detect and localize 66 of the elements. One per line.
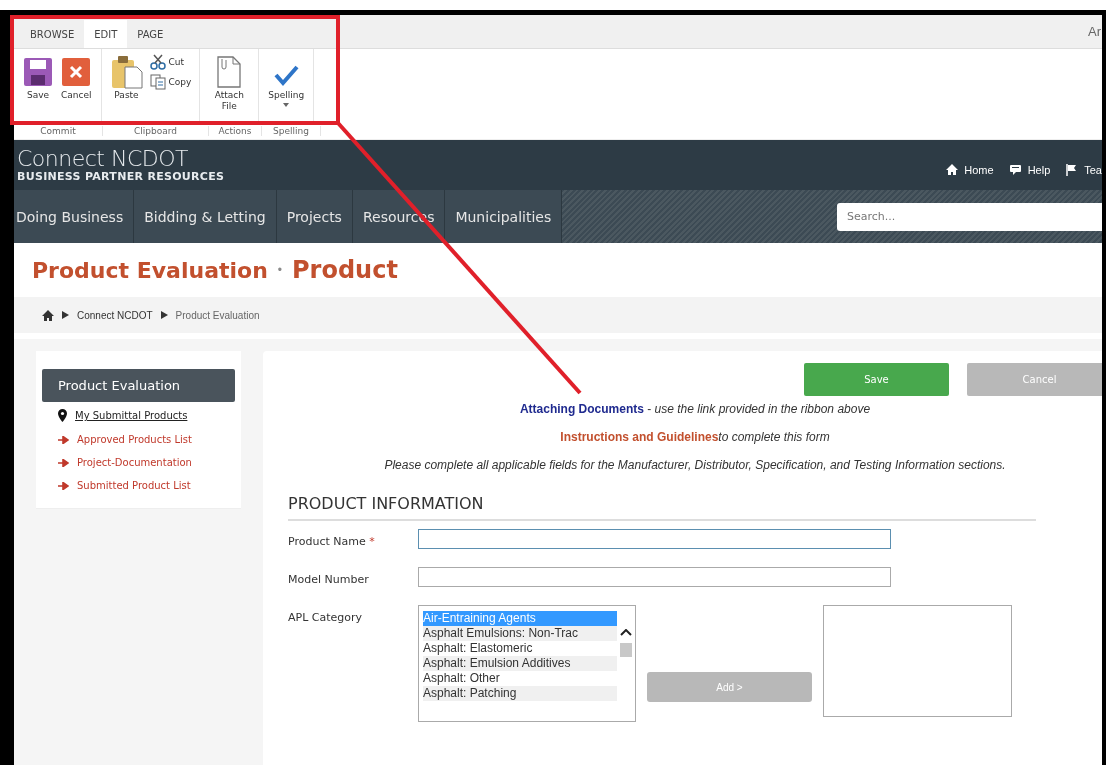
file-icon (216, 55, 243, 89)
ribbon-button[interactable]: Copy (147, 74, 194, 90)
ribbon-tab[interactable]: PAGE (127, 20, 174, 48)
sidebar-link[interactable]: Project-Documentation (77, 457, 192, 468)
list-option[interactable]: Asphalt: Elastomeric (423, 641, 617, 656)
ribbon-tab[interactable]: BROWSE (20, 20, 85, 48)
save-icon (23, 57, 53, 87)
ribbon-group-label: Clipboard (103, 125, 209, 136)
field-label: Product Name * (288, 534, 376, 548)
instruction-link[interactable]: Instructions and Guidelines (560, 430, 719, 444)
scrollbar-drawing (619, 629, 633, 657)
category-list[interactable]: Air-Entraining Agents Asphalt Emulsions: Non-Trac Asphalt: Elastomeric Asphalt: Emulsion Additives Asphalt: Other Asphalt: Patching (418, 605, 636, 722)
home-icon (42, 309, 54, 321)
clipboard-icon (110, 55, 143, 89)
ribbon-button[interactable]: Paste (107, 52, 146, 103)
close-icon (61, 57, 92, 87)
ribbon-button[interactable]: Save (20, 52, 56, 103)
flag-icon (1066, 164, 1079, 176)
text-field[interactable] (418, 529, 891, 549)
header-link[interactable]: Home (946, 164, 994, 176)
search-field[interactable]: Search... (837, 202, 1102, 231)
ribbon-button[interactable]: Cancel (58, 52, 95, 103)
selected-list[interactable] (823, 605, 1012, 717)
header-link[interactable]: Help (1009, 164, 1051, 176)
header-link[interactable]: Tea (1066, 164, 1102, 176)
nav-item[interactable]: Doing Business (14, 190, 135, 243)
ribbon-button[interactable]: Attach File (206, 52, 253, 114)
user-name[interactable]: Ar (1088, 24, 1101, 39)
list-option[interactable]: Asphalt Emulsions: Non-Trac (423, 626, 617, 641)
list-option[interactable]: Asphalt: Other (423, 671, 617, 686)
ribbon-button[interactable]: Spelling (265, 52, 308, 109)
ribbon-group-label: Commit (14, 125, 103, 136)
copy-icon (149, 74, 166, 90)
breadcrumb-link[interactable]: Product Evaluation (175, 309, 260, 321)
page-title: Product (292, 256, 398, 284)
triangle-icon (160, 311, 168, 319)
caret-icon (283, 103, 290, 107)
list-option[interactable]: Asphalt: Patching (423, 686, 617, 701)
field-label: APL Category (288, 610, 364, 624)
field-label: Model Number (288, 572, 370, 586)
instruction-text: Attaching Documents - use the link provided in the ribbon above (518, 402, 872, 416)
instruction-text: Instructions and Guidelinesto complete this form (559, 430, 831, 444)
ribbon-tab[interactable]: EDIT (84, 20, 128, 48)
ribbon-group-label: Actions (209, 125, 262, 136)
instruction-link[interactable]: Attaching Documents (519, 402, 644, 416)
sidebar-heading: Product Evaluation (42, 369, 235, 402)
ribbon-group-label: Spelling (262, 125, 321, 136)
text-field[interactable] (418, 567, 891, 587)
page-title-parent[interactable]: Product Evaluation (32, 257, 268, 283)
site-subtitle: BUSINESS PARTNER RESOURCES (17, 169, 225, 183)
breadcrumb-link[interactable]: Connect NCDOT (77, 309, 153, 321)
instruction-text: Please complete all applicable fields for the Manufacturer, Distributor, Specification, and Testing Information sections. (383, 458, 1007, 472)
sidebar-link[interactable]: Submitted Product List (77, 480, 191, 491)
nav-item[interactable]: Bidding & Letting (134, 190, 277, 243)
ribbon-button[interactable]: Cut (147, 54, 194, 70)
nav-item[interactable]: Projects (276, 190, 353, 243)
home-icon (946, 164, 959, 176)
sidebar-link[interactable]: Approved Products List (77, 434, 192, 445)
triangle-icon (62, 311, 69, 319)
site-title[interactable]: Connect NCDOT (17, 147, 225, 170)
sidebar-link[interactable]: My Submittal Products (75, 410, 188, 421)
list-option[interactable]: Asphalt: Emulsion Additives (423, 656, 617, 671)
scissors-icon (149, 54, 166, 70)
section-heading: PRODUCT INFORMATION (288, 494, 484, 513)
chat-icon (1009, 164, 1022, 176)
title-separator: • (277, 263, 282, 277)
